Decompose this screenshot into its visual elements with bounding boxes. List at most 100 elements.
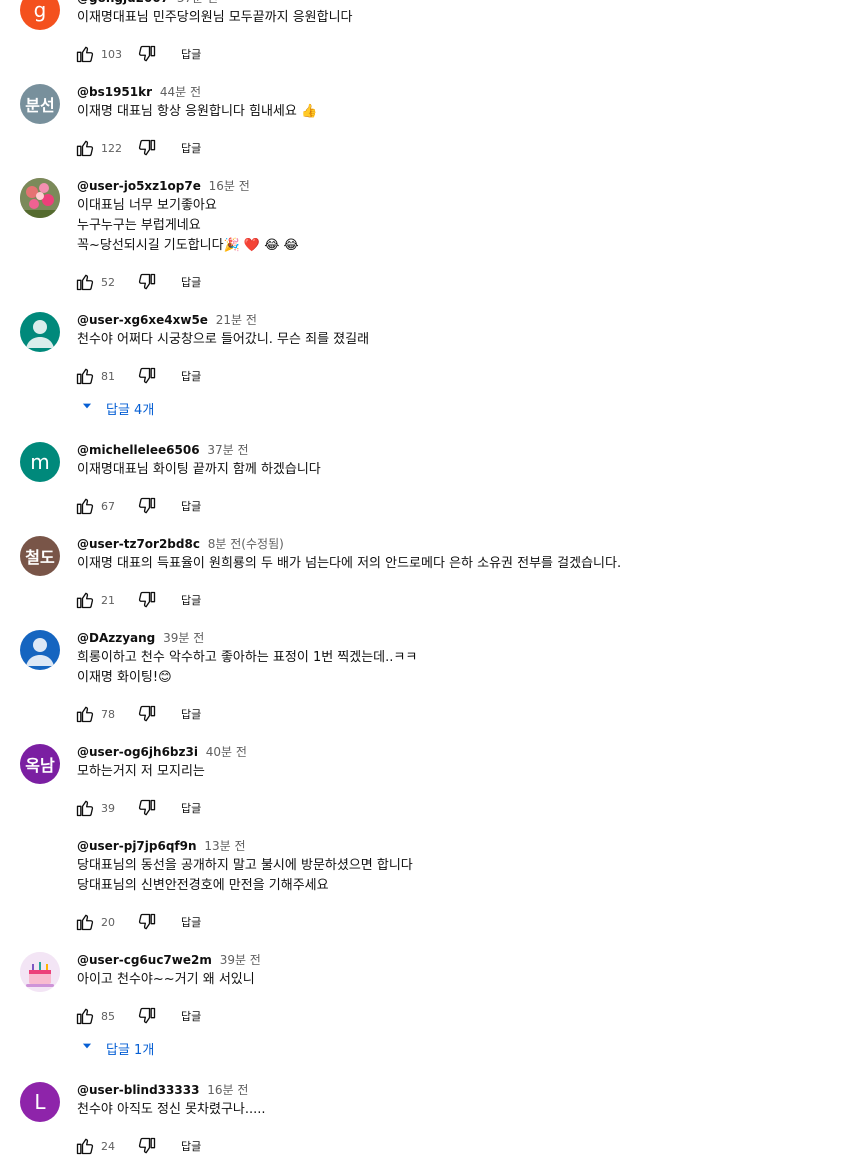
thumbs-up-icon[interactable] (73, 588, 97, 612)
comment-timestamp[interactable]: 37분 전 (207, 443, 248, 457)
comment-author[interactable]: @user-xg6xe4xw5e (77, 313, 208, 327)
reply-button[interactable]: 답글 (181, 140, 201, 156)
like-count: 85 (101, 1009, 115, 1023)
comment-text-line: 누구누구는 부럽게네요 (77, 218, 201, 233)
reply-button[interactable]: 답글 (181, 914, 201, 930)
avatar[interactable]: 철도 (20, 536, 60, 576)
thumbs-up-icon[interactable] (73, 796, 97, 820)
comment-timestamp[interactable]: 37분 전 (177, 0, 218, 5)
comment-text-line: 이대표님 너무 보기좋아요 (77, 198, 217, 213)
comment-header: @DAzzyang 39분 전 (77, 630, 204, 646)
thumbs-up-icon[interactable] (73, 42, 97, 66)
comment-author[interactable]: @user-blind33333 (77, 1083, 199, 1097)
like-count: 78 (101, 707, 115, 721)
comment-actions: 67 답글 (73, 494, 201, 518)
comment-text: 희롱이하고 천수 악수하고 좋아하는 표정이 1번 찍겠는데..ㅋㅋ 이재명 화이… (77, 648, 417, 688)
reply-button[interactable]: 답글 (181, 706, 201, 722)
comment-text: 이재명 대표의 득표율이 원희룡의 두 배가 넘는다에 저의 안드로메다 은하 … (77, 554, 621, 574)
comment-header: @user-xg6xe4xw5e 21분 전 (77, 312, 257, 328)
view-replies-button[interactable]: 답글 4개 (80, 398, 154, 418)
comment-actions: 52 답글 (73, 270, 201, 294)
like-count: 67 (101, 499, 115, 513)
like-count: 24 (101, 1139, 115, 1153)
comment-author[interactable]: @gongju2007 (77, 0, 169, 5)
thumbs-down-icon[interactable] (135, 1004, 159, 1028)
comment-text: 이재명대표님 민주당의원님 모두끝까지 응원합니다 (77, 8, 353, 28)
avatar-initials: 옥남 (25, 756, 55, 775)
thumbs-up-icon[interactable] (73, 1134, 97, 1158)
comment-author[interactable]: @michellelee6506 (77, 443, 200, 457)
view-replies-button[interactable]: 답글 1개 (80, 1038, 154, 1058)
reply-button[interactable]: 답글 (181, 800, 201, 816)
comment-header: @user-og6jh6bz3i 40분 전 (77, 744, 247, 760)
reply-button[interactable]: 답글 (181, 498, 201, 514)
avatar[interactable]: g (20, 0, 60, 30)
thumbs-down-icon[interactable] (135, 136, 159, 160)
thumbs-down-icon[interactable] (135, 910, 159, 934)
comment-text: 천수야 어쩌다 시궁창으로 들어갔니. 무슨 죄를 졌길래 (77, 330, 369, 350)
comment-header: @bs1951kr 44분 전 (77, 84, 201, 100)
avatar[interactable]: m (20, 442, 60, 482)
comment-actions: 81 답글 (73, 364, 201, 388)
avatar[interactable]: 분선 (20, 84, 60, 124)
avatar[interactable] (20, 838, 60, 878)
avatar[interactable] (20, 178, 60, 218)
chevron-down-icon (80, 399, 106, 417)
avatar[interactable] (20, 952, 60, 992)
comment-author[interactable]: @user-pj7jp6qf9n (77, 839, 197, 853)
thumbs-down-icon[interactable] (135, 494, 159, 518)
comment-timestamp[interactable]: 13분 전 (204, 839, 245, 853)
comment-text-line: 당대표님의 동선을 공개하지 말고 불시에 방문하셨으면 합니다 (77, 858, 413, 873)
thumbs-down-icon[interactable] (135, 588, 159, 612)
reply-button[interactable]: 답글 (181, 368, 201, 384)
comment-actions: 39 답글 (73, 796, 201, 820)
thumbs-down-icon[interactable] (135, 270, 159, 294)
like-count: 103 (101, 47, 122, 61)
thumbs-up-icon[interactable] (73, 702, 97, 726)
default-person-icon (20, 312, 60, 352)
comment-author[interactable]: @user-tz7or2bd8c (77, 537, 200, 551)
thumbs-up-icon[interactable] (73, 1004, 97, 1028)
comment-timestamp[interactable]: 44분 전 (160, 85, 201, 99)
comment-author[interactable]: @bs1951kr (77, 85, 152, 99)
comment-timestamp[interactable]: 21분 전 (216, 313, 257, 327)
thumbs-up-icon[interactable] (73, 910, 97, 934)
thumbs-down-icon[interactable] (135, 702, 159, 726)
comment-author[interactable]: @user-cg6uc7we2m (77, 953, 212, 967)
comment-text-line: 이재명 대표의 득표율이 원희룡의 두 배가 넘는다에 저의 안드로메다 은하 … (77, 556, 622, 571)
reply-button[interactable]: 답글 (181, 274, 201, 290)
avatar[interactable]: L (20, 1082, 60, 1122)
comment-timestamp[interactable]: 39분 전 (163, 631, 204, 645)
chevron-down-icon (80, 1039, 106, 1057)
avatar[interactable] (20, 630, 60, 670)
comment-actions: 78 답글 (73, 702, 201, 726)
comment-text-line: 이재명 화이팅!😊 (77, 670, 172, 685)
thumbs-up-icon[interactable] (73, 494, 97, 518)
comment-timestamp[interactable]: 39분 전 (220, 953, 261, 967)
comment-author[interactable]: @user-jo5xz1op7e (77, 179, 201, 193)
flower-photo-icon (20, 178, 60, 218)
comment-author[interactable]: @user-og6jh6bz3i (77, 745, 198, 759)
avatar-initials: L (34, 1090, 46, 1114)
comment-text-line: 희롱이하고 천수 악수하고 좋아하는 표정이 1번 찍겠는데..ㅋㅋ (77, 650, 418, 665)
comment-timestamp[interactable]: 16분 전 (209, 179, 250, 193)
comment-author[interactable]: @DAzzyang (77, 631, 155, 645)
cake-photo-icon (20, 952, 60, 992)
reply-button[interactable]: 답글 (181, 1008, 201, 1024)
avatar[interactable]: 옥남 (20, 744, 60, 784)
reply-button[interactable]: 답글 (181, 46, 201, 62)
comment-timestamp[interactable]: 8분 전(수정됨) (208, 537, 284, 551)
thumbs-up-icon[interactable] (73, 136, 97, 160)
thumbs-up-icon[interactable] (73, 364, 97, 388)
comment-text: 이대표님 너무 보기좋아요 누구누구는 부럽게네요 꼭~당선되시길 기도합니다🎉 ❤… (77, 196, 299, 256)
comment-timestamp[interactable]: 16분 전 (207, 1083, 248, 1097)
thumbs-down-icon[interactable] (135, 1134, 159, 1158)
thumbs-down-icon[interactable] (135, 42, 159, 66)
thumbs-up-icon[interactable] (73, 270, 97, 294)
thumbs-down-icon[interactable] (135, 364, 159, 388)
avatar[interactable] (20, 312, 60, 352)
reply-button[interactable]: 답글 (181, 592, 201, 608)
comment-timestamp[interactable]: 40분 전 (206, 745, 247, 759)
thumbs-down-icon[interactable] (135, 796, 159, 820)
reply-button[interactable]: 답글 (181, 1138, 201, 1154)
